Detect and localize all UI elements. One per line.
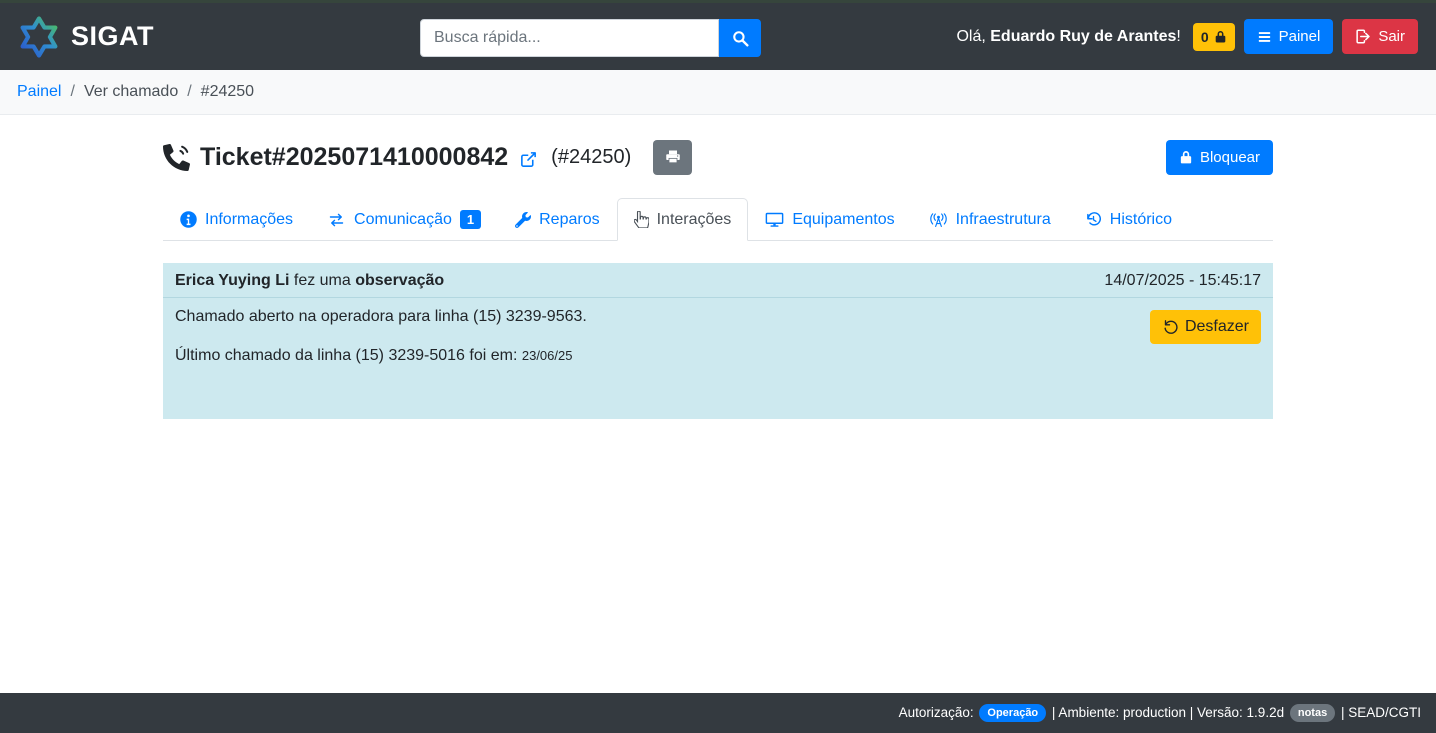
broadcast-tower-icon	[929, 212, 948, 228]
tab-interacoes[interactable]: Interações	[617, 198, 749, 241]
external-link-icon[interactable]	[520, 151, 537, 168]
sign-out-icon	[1355, 29, 1371, 44]
hand-pointer-icon	[634, 211, 649, 228]
interaction-line2: Último chamado da linha (15) 3239-5016 f…	[175, 346, 587, 367]
greeting-username: Eduardo Ruy de Arantes	[990, 28, 1176, 45]
interaction-line2-date: 23/06/25	[522, 348, 573, 363]
breadcrumb-ver-chamado: Ver chamado	[84, 83, 178, 101]
page-title: Ticket#2025071410000842	[200, 143, 508, 172]
tab-historico[interactable]: Histórico	[1068, 198, 1189, 241]
tab-reparos[interactable]: Reparos	[498, 198, 616, 241]
interaction-author-line: Erica Yuying Li fez uma observação	[175, 272, 444, 290]
locked-tickets-badge[interactable]: 0	[1193, 23, 1235, 51]
desfazer-label: Desfazer	[1185, 318, 1249, 336]
breadcrumb: Painel / Ver chamado / #24250	[0, 70, 1436, 115]
comunicacao-count-badge: 1	[460, 210, 481, 229]
tab-infraestrutura[interactable]: Infraestrutura	[912, 198, 1068, 241]
tab-comunicacao[interactable]: Comunicação 1	[310, 198, 498, 241]
interaction-datetime: 14/07/2025 - 15:45:17	[1104, 272, 1261, 290]
greeting-suffix: !	[1176, 28, 1180, 45]
bloquear-button[interactable]: Bloquear	[1166, 140, 1273, 175]
ticket-tabs: Informações Comunicação 1 Reparos Intera…	[163, 198, 1273, 241]
tab-label: Comunicação	[354, 211, 452, 229]
wrench-icon	[515, 212, 531, 228]
sair-button[interactable]: Sair	[1342, 19, 1418, 54]
tab-label: Informações	[205, 211, 293, 229]
main-content: Ticket#2025071410000842 (#24250)	[163, 140, 1273, 419]
search-input[interactable]	[420, 19, 719, 57]
interaction-action-type: observação	[355, 272, 444, 289]
bars-icon	[1257, 30, 1272, 44]
tab-label: Infraestrutura	[956, 211, 1051, 229]
tab-label: Interações	[657, 211, 732, 229]
tab-label: Histórico	[1110, 211, 1172, 229]
footer-operacao-badge[interactable]: Operação	[979, 704, 1046, 722]
ticket-number: (#24250)	[551, 146, 631, 169]
ticket-title-group: Ticket#2025071410000842 (#24250)	[163, 140, 692, 175]
desktop-icon	[765, 212, 784, 228]
print-icon	[665, 150, 681, 166]
footer-notas-badge[interactable]: notas	[1290, 704, 1335, 722]
breadcrumb-separator: /	[187, 83, 191, 101]
exchange-icon	[327, 212, 346, 228]
desfazer-button[interactable]: Desfazer	[1150, 310, 1261, 344]
lock-icon	[1179, 150, 1193, 165]
tab-equipamentos[interactable]: Equipamentos	[748, 198, 911, 241]
tab-label: Reparos	[539, 211, 599, 229]
navbar-right: Olá, Eduardo Ruy de Arantes! 0 Painel Sa…	[956, 19, 1418, 54]
history-icon	[1085, 211, 1102, 228]
interaction-author: Erica Yuying Li	[175, 272, 289, 289]
phone-volume-icon	[163, 144, 190, 171]
sigat-logo-icon	[18, 16, 60, 58]
interaction-line2-text: Último chamado da linha (15) 3239-5016 f…	[175, 347, 522, 364]
lock-icon	[1214, 30, 1227, 44]
greeting-prefix: Olá,	[956, 28, 990, 45]
brand[interactable]: SIGAT	[18, 16, 154, 58]
interaction-header: Erica Yuying Li fez uma observação 14/07…	[163, 263, 1273, 298]
footer-autorizacao-label: Autorização:	[899, 705, 974, 720]
breadcrumb-painel-link[interactable]: Painel	[17, 83, 61, 101]
print-button[interactable]	[653, 140, 692, 175]
ticket-title-row: Ticket#2025071410000842 (#24250)	[163, 140, 1273, 175]
footer-ambiente-versao: | Ambiente: production | Versão: 1.9.2d	[1052, 705, 1284, 720]
tab-informacoes[interactable]: Informações	[163, 198, 310, 241]
breadcrumb-separator: /	[70, 83, 74, 101]
breadcrumb-ticket-id: #24250	[201, 83, 254, 101]
quick-search	[420, 19, 761, 57]
interaction-line1: Chamado aberto na operadora para linha (…	[175, 307, 587, 328]
tab-label: Equipamentos	[792, 211, 894, 229]
info-circle-icon	[180, 211, 197, 228]
top-navbar: SIGAT Olá, Eduardo Ruy de Arantes! 0	[0, 0, 1436, 70]
bloquear-label: Bloquear	[1200, 149, 1260, 166]
interaction-action-middle: fez uma	[289, 272, 355, 289]
locked-count: 0	[1201, 29, 1209, 45]
painel-button[interactable]: Painel	[1244, 19, 1334, 54]
painel-label: Painel	[1279, 28, 1321, 45]
undo-icon	[1162, 319, 1178, 335]
greeting-text: Olá, Eduardo Ruy de Arantes!	[956, 28, 1180, 46]
search-button[interactable]	[719, 19, 761, 57]
footer-org: | SEAD/CGTI	[1341, 705, 1421, 720]
interaction-text: Chamado aberto na operadora para linha (…	[175, 307, 587, 367]
interaction-body: Chamado aberto na operadora para linha (…	[163, 298, 1273, 367]
sair-label: Sair	[1378, 28, 1405, 45]
interaction-card: Erica Yuying Li fez uma observação 14/07…	[163, 263, 1273, 419]
search-icon	[732, 30, 749, 47]
footer: Autorização: Operação | Ambiente: produc…	[0, 693, 1436, 733]
brand-name: SIGAT	[71, 21, 154, 52]
